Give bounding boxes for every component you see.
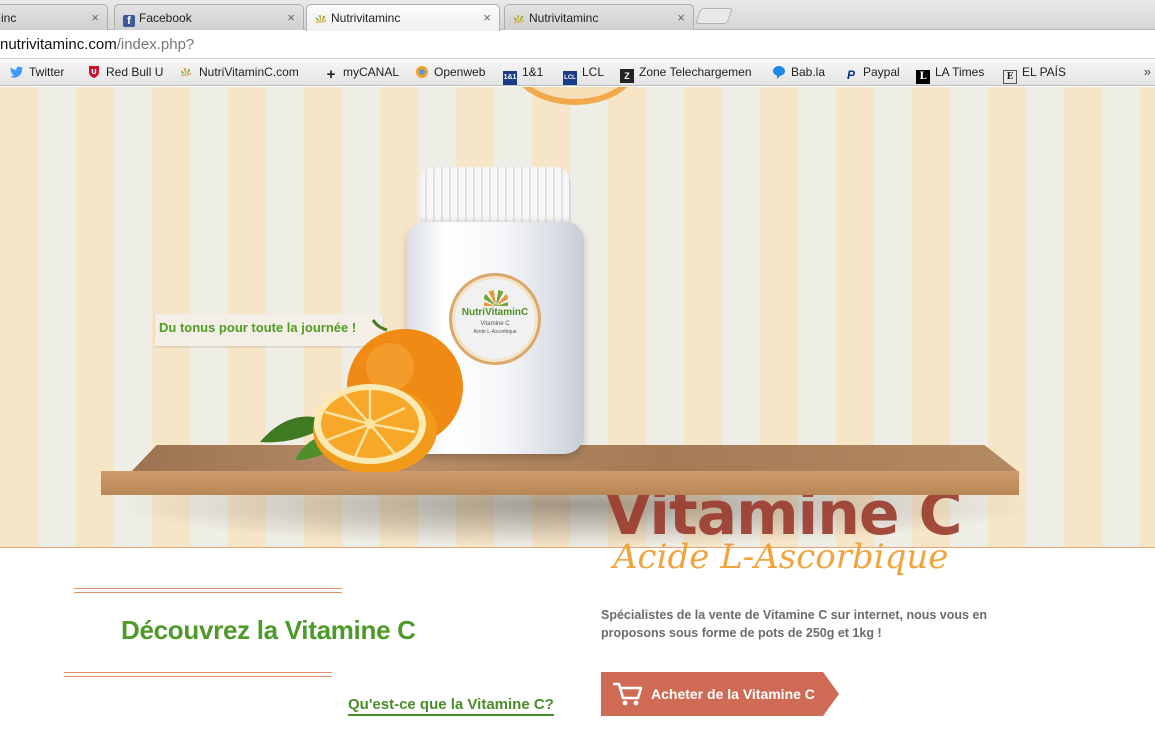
zone-icon: Z	[620, 69, 634, 83]
paypal-icon: P	[846, 68, 855, 82]
address-bar[interactable]: nutrivitaminc.com/index.php?	[0, 31, 1155, 59]
lcl-icon: LCL	[563, 71, 577, 85]
tab-nutrivitaminc-active[interactable]: Nutrivitaminc ×	[306, 4, 500, 31]
nutrivitamin-icon	[180, 65, 194, 79]
bookmark-label: Twitter	[29, 65, 65, 79]
divider-top	[74, 588, 342, 593]
twitter-icon	[10, 65, 24, 79]
tab-title: Nutrivitaminc	[529, 11, 599, 25]
url-path: /index.php?	[116, 36, 195, 53]
bookmark-label: Red Bull U	[106, 65, 164, 79]
facebook-icon: f	[123, 15, 135, 27]
url-host: nutrivitaminc.com	[0, 36, 117, 53]
oneandone-icon: 1&1	[503, 71, 517, 85]
bookmark-label: Openweb	[434, 65, 486, 79]
plus-icon: +	[326, 66, 336, 83]
bookmark-mycanal[interactable]: + myCANAL	[324, 65, 399, 82]
jar-cap	[419, 167, 571, 225]
buy-button-label: Acheter de la Vitamine C	[651, 686, 815, 702]
bookmark-twitter[interactable]: Twitter	[10, 65, 64, 79]
shelf-edge	[101, 471, 1019, 495]
close-icon[interactable]: ×	[677, 10, 685, 25]
bookmark-1and1[interactable]: 1&1 1&1	[503, 65, 543, 85]
tab-title: inc	[1, 11, 17, 25]
tab-title: Nutrivitaminc	[331, 11, 401, 25]
bookmark-label: EL PAÍS	[1022, 65, 1067, 79]
bookmark-label: myCANAL	[343, 65, 400, 79]
bookmark-label: NutriVitaminC.com	[199, 65, 299, 79]
section-title: Découvrez la Vitamine C	[121, 615, 416, 645]
browser-tab-bar: inc × f Facebook × Nutrivitaminc × Nutriv…	[0, 0, 1155, 31]
description-text: Spécialistes de la vente de Vitamine C s…	[601, 608, 988, 640]
bookmark-label: LCL	[582, 65, 605, 79]
bookmark-paypal[interactable]: P Paypal	[844, 65, 900, 82]
bookmark-lcl[interactable]: LCL LCL	[563, 65, 604, 85]
buy-vitamin-c-button[interactable]: Acheter de la Vitamine C	[601, 672, 823, 716]
redbull-shield-icon: U	[87, 65, 101, 79]
nutrivitamin-icon	[513, 12, 525, 24]
speech-bubble-icon	[772, 65, 786, 79]
close-icon[interactable]: ×	[91, 10, 99, 25]
close-icon[interactable]: ×	[483, 10, 491, 25]
tab-title: Facebook	[139, 11, 192, 25]
nutrivitamin-icon	[315, 12, 327, 24]
bookmark-label: LA Times	[935, 65, 985, 79]
bookmark-label: Zone Telechargemen	[639, 65, 752, 79]
openweb-icon	[415, 65, 429, 79]
bookmark-latimes[interactable]: L LA Times	[916, 65, 984, 84]
url-field[interactable]: nutrivitaminc.com/index.php?	[0, 36, 194, 53]
bookmark-nutrivitaminc[interactable]: NutriVitaminC.com	[180, 65, 299, 79]
bookmark-label: Bab.la	[791, 65, 826, 79]
tab-nutrivitaminc-2[interactable]: Nutrivitaminc ×	[504, 4, 694, 30]
what-is-vitamin-c-link[interactable]: Qu'est-ce que la Vitamine C?	[348, 696, 554, 716]
hero-banner: Du tonus pour toute la journée ! Vitamin…	[0, 87, 1155, 548]
elpais-icon: E	[1003, 70, 1017, 84]
nutrivitamin-icon	[484, 290, 508, 306]
divider-bottom	[64, 672, 332, 677]
bookmarks-overflow-button[interactable]: »	[1144, 64, 1151, 79]
cart-icon	[613, 682, 643, 706]
bookmark-label: Paypal	[863, 65, 900, 79]
bookmark-zone-telechargement[interactable]: Z Zone Telechargemen	[620, 65, 760, 83]
bookmark-babla[interactable]: Bab.la	[772, 65, 825, 79]
buy-button-arrow[interactable]	[823, 672, 839, 716]
bookmark-openweb[interactable]: Openweb	[415, 65, 485, 79]
site-logo[interactable]	[510, 87, 640, 105]
new-tab-button[interactable]	[695, 8, 733, 24]
svg-text:U: U	[91, 68, 97, 76]
bookmark-label: 1&1	[522, 65, 544, 79]
close-icon[interactable]: ×	[287, 10, 295, 25]
tab-nutrivitaminc-1[interactable]: inc ×	[0, 4, 108, 30]
orange-illustration	[260, 319, 463, 472]
tab-facebook[interactable]: f Facebook ×	[114, 4, 304, 30]
subtitle: Acide L-Ascorbique	[613, 537, 949, 577]
bookmark-redbull[interactable]: U Red Bull U	[87, 65, 163, 79]
bookmarks-bar: Twitter U Red Bull U NutriVitaminC.com + m…	[0, 60, 1155, 86]
bookmark-elpais[interactable]: E EL PAÍS	[1003, 65, 1066, 84]
latimes-icon: L	[916, 70, 930, 84]
